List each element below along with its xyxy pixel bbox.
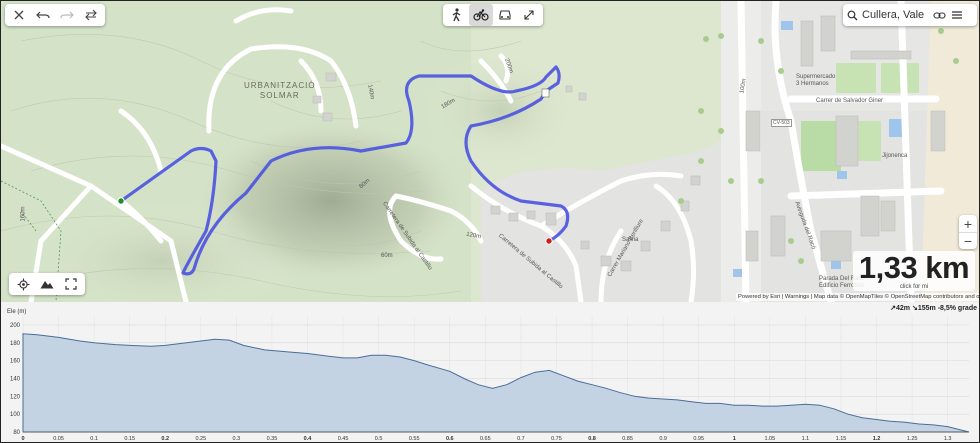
fullscreen-icon	[65, 278, 77, 290]
share-link-button[interactable]	[930, 4, 948, 26]
x-tick-label: 0	[21, 436, 24, 442]
x-tick-label: 1.05	[764, 436, 775, 442]
route-end-marker	[545, 237, 553, 245]
route-start-marker	[117, 197, 125, 205]
walking-icon	[452, 8, 461, 22]
descent-stat: ↘155m	[911, 305, 936, 312]
locate-icon	[17, 278, 29, 290]
app-window: URBANITZACIÓ SOLMAR Supermercado 3 Herma…	[0, 0, 980, 443]
zoom-control: + −	[959, 215, 977, 249]
car-mode-button[interactable]	[493, 4, 517, 26]
y-tick-label: 180	[10, 341, 21, 347]
x-tick-label: 0.7	[517, 436, 525, 442]
x-tick-label: 0.05	[53, 436, 64, 442]
x-tick-label: 0.4	[304, 436, 313, 442]
undo-icon	[36, 11, 50, 19]
terrain-button[interactable]	[35, 273, 59, 295]
undo-button[interactable]	[31, 4, 55, 26]
x-tick-label: 1	[733, 436, 736, 442]
menu-button[interactable]	[948, 4, 966, 26]
straight-line-icon	[524, 10, 534, 20]
contour-label-6: 60m	[381, 253, 393, 259]
history-toolbar	[5, 4, 105, 26]
reverse-route-button[interactable]	[79, 4, 103, 26]
x-tick-label: 0.85	[622, 436, 633, 442]
elevation-area	[22, 333, 970, 433]
supermercado-label: Supermercado	[796, 74, 836, 80]
y-tick-label: 160	[10, 359, 21, 365]
contour-label-1: 160m	[20, 206, 27, 222]
route-stats: ↗42m ↘155m -8,5% grade	[890, 304, 977, 312]
distance-value: 1,33 km	[858, 250, 970, 285]
routing-mode-bar	[443, 4, 543, 26]
elevation-chart[interactable]: 80 100 120 140 160 180 200 0 0.05 0.1 0.15 0.2 0.25…	[1, 302, 980, 443]
x-tick-label: 0.15	[124, 436, 135, 442]
terrain-icon	[40, 281, 54, 289]
distance-display[interactable]: 1,33 km click for mi	[853, 251, 975, 291]
link-icon	[932, 11, 946, 19]
close-icon	[14, 10, 24, 20]
y-tick-label: 120	[10, 394, 21, 400]
x-axis-ticks: 0 0.05 0.1 0.15 0.2 0.25 0.3 0.35 0.4 0.45 0.5 0.55…	[21, 436, 951, 442]
x-tick-label: 1.2	[873, 436, 881, 442]
x-tick-label: 0.2	[161, 436, 169, 442]
x-tick-label: 0.45	[338, 436, 349, 442]
map-canvas[interactable]	[1, 1, 980, 302]
y-tick-label: 140	[10, 376, 21, 382]
map-view[interactable]: URBANITZACIÓ SOLMAR Supermercado 3 Herma…	[1, 1, 980, 302]
zoom-out-button[interactable]: −	[959, 232, 977, 249]
urbanitzacio-solmar-label: URBANITZACIÓ SOLMAR	[244, 81, 316, 101]
x-tick-label: 0.5	[375, 436, 383, 442]
hermanos-label: 3 Hermanos	[796, 81, 829, 87]
x-tick-label: 0.9	[659, 436, 667, 442]
y-tick-label: 100	[10, 412, 21, 418]
x-tick-label: 0.3	[233, 436, 241, 442]
elevation-panel: 80 100 120 140 160 180 200 0 0.05 0.1 0.15 0.2 0.25…	[1, 302, 980, 443]
bike-mode-button[interactable]	[469, 4, 493, 26]
y-tick-label: 80	[13, 430, 20, 436]
x-tick-label: 0.55	[409, 436, 420, 442]
ascent-stat: ↗42m	[890, 305, 911, 312]
x-tick-label: 0.1	[90, 436, 98, 442]
jijonenca-label: Jijonenca	[882, 153, 908, 159]
x-tick-label: 1.25	[907, 436, 918, 442]
search-icon	[847, 10, 858, 20]
bicycle-icon	[473, 9, 489, 21]
x-tick-label: 0.75	[551, 436, 562, 442]
x-tick-label: 0.65	[480, 436, 491, 442]
grade-stat: -8,5% grade	[937, 305, 977, 312]
x-tick-label: 1.15	[836, 436, 847, 442]
y-axis-ticks: 80 100 120 140 160 180 200	[10, 323, 21, 436]
map-bottom-controls	[9, 273, 85, 295]
straight-line-mode-button[interactable]	[517, 4, 541, 26]
elevation-axis-label: Ele (m)	[7, 309, 27, 315]
search-box	[843, 4, 977, 26]
x-tick-label: 1.3	[944, 436, 952, 442]
x-tick-label: 0.6	[446, 436, 454, 442]
hamburger-menu-icon	[952, 11, 962, 19]
map-attribution[interactable]: Powered by Esri | Warnings | Map data © …	[736, 293, 979, 301]
x-tick-label: 0.8	[588, 436, 596, 442]
search-input[interactable]	[862, 9, 930, 21]
locate-button[interactable]	[11, 273, 35, 295]
x-tick-label: 1.1	[802, 436, 810, 442]
x-tick-label: 0.35	[267, 436, 278, 442]
reverse-route-icon	[85, 9, 97, 21]
zoom-in-button[interactable]: +	[959, 215, 977, 232]
y-tick-label: 200	[10, 323, 21, 329]
x-tick-label: 0.95	[693, 436, 704, 442]
car-icon	[499, 10, 511, 20]
salvador-giner-label: Carrer de Salvador Giner	[816, 98, 884, 104]
x-tick-label: 0.25	[195, 436, 206, 442]
walk-mode-button[interactable]	[445, 4, 469, 26]
fullscreen-button[interactable]	[59, 273, 83, 295]
redo-icon	[60, 11, 74, 19]
cv503-label: CV-503	[771, 119, 792, 127]
waypoint-marker	[541, 88, 550, 98]
close-button[interactable]	[7, 4, 31, 26]
solmar-label: SOLMAR	[259, 91, 300, 100]
redo-button[interactable]	[55, 4, 79, 26]
urbanitzacio-label: URBANITZACIÓ	[244, 81, 316, 90]
